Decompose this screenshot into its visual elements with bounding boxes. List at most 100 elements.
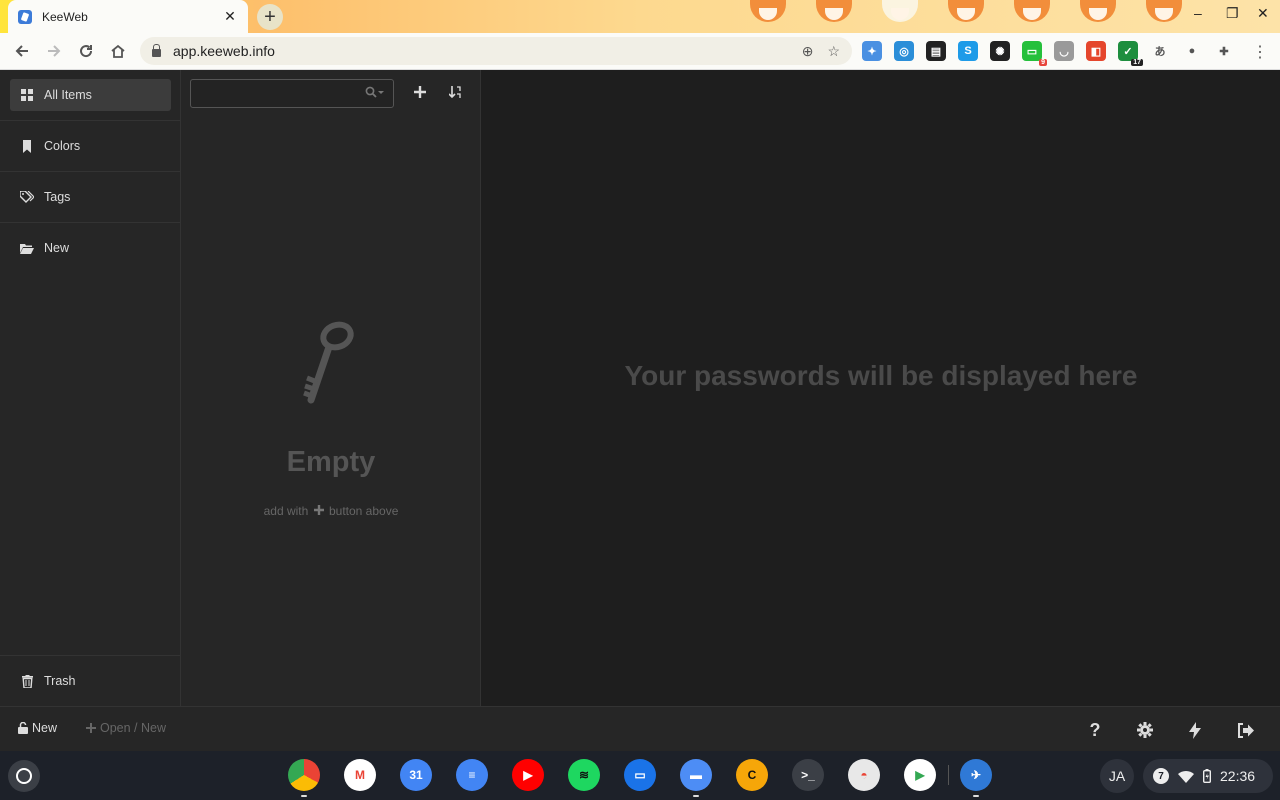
japanese-ime-extension-icon[interactable]: あ: [1150, 41, 1170, 61]
puzzle-extension-icon[interactable]: ✚: [1214, 41, 1234, 61]
theme-fox-image: [1146, 0, 1182, 22]
sidebar-item-colors[interactable]: Colors: [10, 130, 171, 162]
help-button[interactable]: ?: [1083, 719, 1107, 741]
fox-extension-icon[interactable]: ✺: [990, 41, 1010, 61]
calendar-app-icon[interactable]: 31: [400, 759, 432, 791]
extension-glyph: S: [964, 45, 972, 57]
input-method-button[interactable]: JA: [1100, 759, 1134, 793]
clock-time: 22:36: [1220, 768, 1256, 784]
app-glyph: ≡: [468, 768, 476, 782]
install-app-icon[interactable]: ⊕: [802, 43, 814, 60]
play-store-app-icon[interactable]: ▶: [904, 759, 936, 791]
reload-button[interactable]: [70, 35, 102, 67]
sort-button[interactable]: [445, 82, 465, 102]
empty-list-hint: add with button above: [181, 504, 481, 518]
home-icon: [111, 44, 125, 58]
lock-workspace-button[interactable]: [1233, 719, 1257, 741]
browser-tab-keeweb[interactable]: KeeWeb ✕: [8, 0, 248, 33]
terminal-app-icon[interactable]: >_: [792, 759, 824, 791]
gmail-app-icon[interactable]: M: [344, 759, 376, 791]
plus-icon: [313, 505, 324, 515]
arrow-left-icon: [15, 45, 28, 57]
home-button[interactable]: [102, 35, 134, 67]
sidebar-item-label: New: [44, 241, 70, 255]
tags-icon: [20, 191, 34, 203]
hint-text: add with: [263, 504, 309, 518]
forward-button[interactable]: [38, 35, 70, 67]
sidebar-item-label: Colors: [44, 139, 81, 153]
office-extension-icon[interactable]: ◧: [1086, 41, 1106, 61]
line-extension-icon[interactable]: ▭ 9: [1022, 41, 1047, 66]
extension-glyph: あ: [1154, 46, 1166, 58]
battery-icon: [1203, 769, 1211, 783]
app-glyph: ◓: [860, 768, 868, 782]
key-icon: [291, 318, 361, 409]
keeweb-app-icon[interactable]: ✈: [960, 759, 992, 797]
sidebar-item-tags[interactable]: Tags: [10, 181, 171, 213]
spotify-app-icon[interactable]: ≋: [568, 759, 600, 791]
app-glyph: ▬: [690, 768, 702, 782]
web-store-app-icon[interactable]: ◓: [848, 759, 880, 791]
address-bar[interactable]: app.keeweb.info ⊕ ☆: [140, 37, 852, 65]
bolt-icon: [1189, 721, 1201, 739]
clipboard-extension-icon[interactable]: ▤: [926, 41, 946, 61]
tab-close-icon[interactable]: ✕: [222, 8, 238, 25]
theme-fox-image: [882, 0, 918, 22]
divider: [0, 120, 180, 121]
generator-button[interactable]: [1183, 719, 1207, 741]
search-options-icon[interactable]: [365, 86, 385, 101]
chrome-app-icon[interactable]: [288, 759, 320, 797]
cmod-app-icon[interactable]: C: [736, 759, 768, 791]
restore-window-button[interactable]: ❐: [1226, 5, 1239, 22]
divider: [0, 171, 180, 172]
theme-fox-image: [816, 0, 852, 22]
extension-glyph: ▤: [930, 45, 942, 58]
add-entry-button[interactable]: [410, 82, 430, 102]
arrow-right-icon: [48, 45, 61, 57]
messages-app-icon[interactable]: ▭: [624, 759, 656, 791]
trash-icon: [20, 674, 34, 688]
new-database-button[interactable]: New: [18, 721, 57, 735]
browser-menu-icon[interactable]: ⋮: [1252, 42, 1268, 62]
sidebar-item-trash[interactable]: Trash: [10, 665, 171, 697]
plus-icon: [86, 723, 96, 733]
extension-glyph: ●: [1188, 45, 1196, 57]
theme-fox-image: [948, 0, 984, 22]
sidebar-item-all-items[interactable]: All Items: [10, 79, 171, 111]
globe-extension-icon[interactable]: ◎: [894, 41, 914, 61]
new-tab-button[interactable]: +: [257, 4, 283, 30]
launcher-button[interactable]: [8, 760, 40, 792]
hint-text: button above: [328, 504, 399, 518]
files-app-icon[interactable]: ▬: [680, 759, 712, 797]
bookmark-star-icon[interactable]: ☆: [827, 43, 840, 60]
settings-button[interactable]: [1133, 719, 1157, 741]
detail-placeholder-text: Your passwords will be displayed here: [624, 360, 1138, 391]
notification-count-badge: 7: [1153, 768, 1169, 784]
keeweb-favicon-icon: [18, 9, 32, 24]
docs-app-icon[interactable]: ≡: [456, 759, 488, 791]
youtube-app-icon[interactable]: ▶: [512, 759, 544, 791]
unlock-icon: [18, 722, 28, 734]
compass-extension-icon[interactable]: ✦: [862, 41, 882, 61]
pocket-extension-icon[interactable]: ◡: [1054, 41, 1074, 61]
check-extension-icon[interactable]: ✓ 17: [1118, 41, 1143, 66]
minimize-window-button[interactable]: –: [1194, 5, 1202, 21]
extension-badge: 17: [1131, 59, 1143, 66]
sidebar-item-label: All Items: [44, 88, 92, 102]
sidebar-item-new-group[interactable]: New: [10, 232, 171, 264]
skype-extension-icon[interactable]: S: [958, 41, 978, 61]
bookmark-icon: [20, 139, 34, 153]
address-url: app.keeweb.info: [173, 43, 275, 59]
sidebar-item-label: Tags: [44, 190, 71, 204]
open-new-button[interactable]: Open / New: [86, 721, 166, 735]
close-window-button[interactable]: ✕: [1257, 5, 1269, 22]
extension-glyph: ✺: [995, 45, 1005, 58]
back-button[interactable]: [6, 35, 38, 67]
extension-glyph: ✓: [1123, 45, 1133, 58]
sort-icon: [449, 85, 461, 98]
bulb-extension-icon[interactable]: ●: [1182, 41, 1202, 61]
divider: [0, 222, 180, 223]
status-tray[interactable]: 7 22:36: [1143, 759, 1273, 793]
search-input[interactable]: [190, 79, 394, 108]
extension-glyph: ✚: [1219, 45, 1229, 58]
